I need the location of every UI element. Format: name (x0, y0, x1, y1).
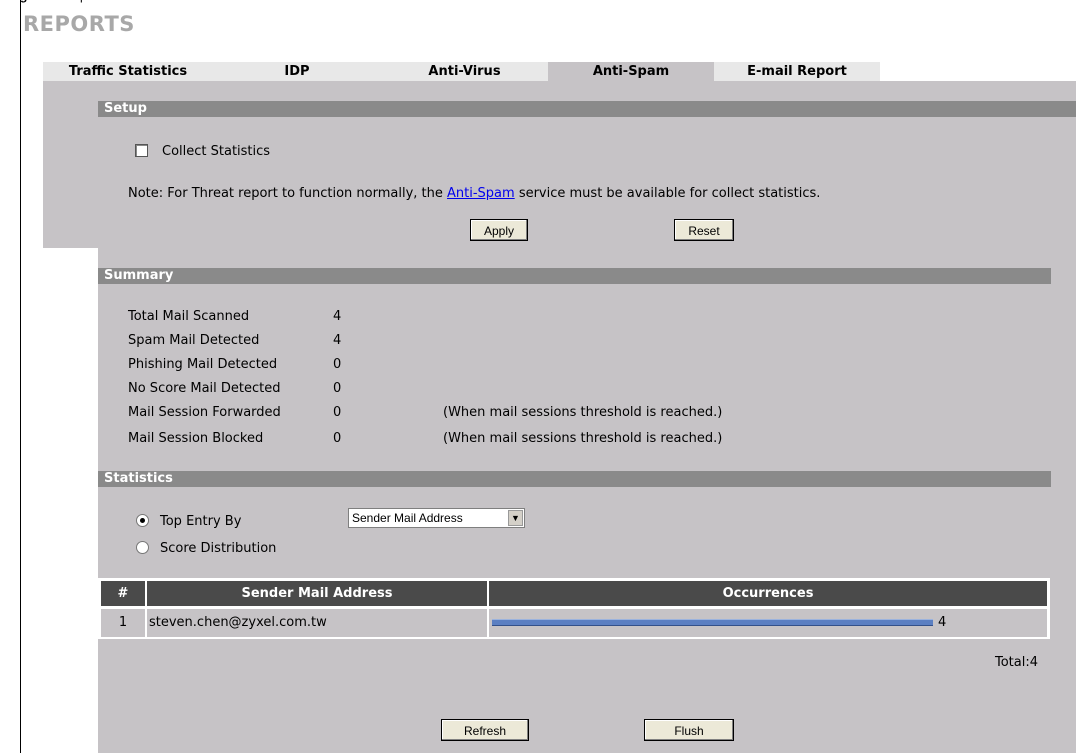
summary-label-no-score-detected: No Score Mail Detected (128, 381, 281, 396)
tab-traffic-statistics[interactable]: Traffic Statistics (43, 62, 213, 81)
table-header-occurrences: Occurrences (489, 581, 1047, 606)
top-entry-radio[interactable] (136, 514, 149, 527)
tab-anti-spam[interactable]: Anti-Spam (548, 62, 714, 81)
summary-label-session-forwarded: Mail Session Forwarded (128, 405, 281, 420)
collect-statistics-label: Collect Statistics (162, 144, 271, 159)
table-cell-sender: steven.chen@zyxel.com.tw (147, 609, 487, 637)
chevron-down-icon[interactable]: ▼ (508, 510, 523, 526)
summary-label-spam-detected: Spam Mail Detected (128, 333, 260, 348)
page-title: REPORTS (23, 12, 135, 36)
occurrences-count: 4 (938, 615, 947, 630)
summary-value-session-forwarded: 0 (333, 405, 342, 420)
note-text-after: service must be available for collect st… (514, 186, 821, 201)
summary-value-spam-detected: 4 (333, 333, 342, 348)
section-statistics-header: Statistics (98, 471, 1051, 487)
refresh-button[interactable]: Refresh (441, 719, 529, 741)
summary-note-session-blocked: (When mail sessions threshold is reached… (443, 431, 723, 446)
summary-label-total-scanned: Total Mail Scanned (128, 309, 250, 324)
summary-value-no-score-detected: 0 (333, 381, 342, 396)
anti-spam-link[interactable]: Anti-Spam (447, 186, 515, 201)
score-distribution-radio[interactable] (136, 541, 149, 554)
section-summary-header: Summary (98, 268, 1051, 284)
summary-note-session-forwarded: (When mail sessions threshold is reached… (443, 405, 723, 420)
summary-label-phishing-detected: Phishing Mail Detected (128, 357, 278, 372)
total-count: Total:4 (995, 655, 1039, 670)
table-header-sender: Sender Mail Address (147, 581, 487, 606)
select-value: Sender Mail Address (352, 511, 463, 525)
top-entry-label: Top Entry By (160, 514, 242, 529)
tab-anti-virus[interactable]: Anti-Virus (381, 62, 548, 81)
occurrences-bar (492, 619, 933, 626)
table-header-index: # (101, 581, 145, 606)
setup-note: Note: For Threat report to function norm… (128, 186, 820, 201)
tab-idp[interactable]: IDP (213, 62, 381, 81)
summary-value-phishing-detected: 0 (333, 357, 342, 372)
frame-border (20, 0, 21, 753)
summary-value-total-scanned: 4 (333, 309, 342, 324)
reset-button[interactable]: Reset (674, 219, 734, 241)
table-cell-index: 1 (101, 609, 145, 637)
top-entry-select[interactable]: Sender Mail Address ▼ (348, 508, 525, 528)
tab-email-report[interactable]: E-mail Report (714, 62, 880, 81)
figure-caption-fragment: g p (20, 0, 1076, 9)
summary-value-session-blocked: 0 (333, 431, 342, 446)
panel-notch (43, 248, 98, 753)
apply-button[interactable]: Apply (470, 219, 528, 241)
note-text-before: Note: For Threat report to function norm… (128, 186, 448, 201)
flush-button[interactable]: Flush (644, 719, 734, 741)
score-distribution-label: Score Distribution (160, 541, 277, 556)
summary-label-session-blocked: Mail Session Blocked (128, 431, 264, 446)
collect-statistics-checkbox[interactable] (135, 144, 148, 157)
section-setup-header: Setup (98, 101, 1076, 117)
